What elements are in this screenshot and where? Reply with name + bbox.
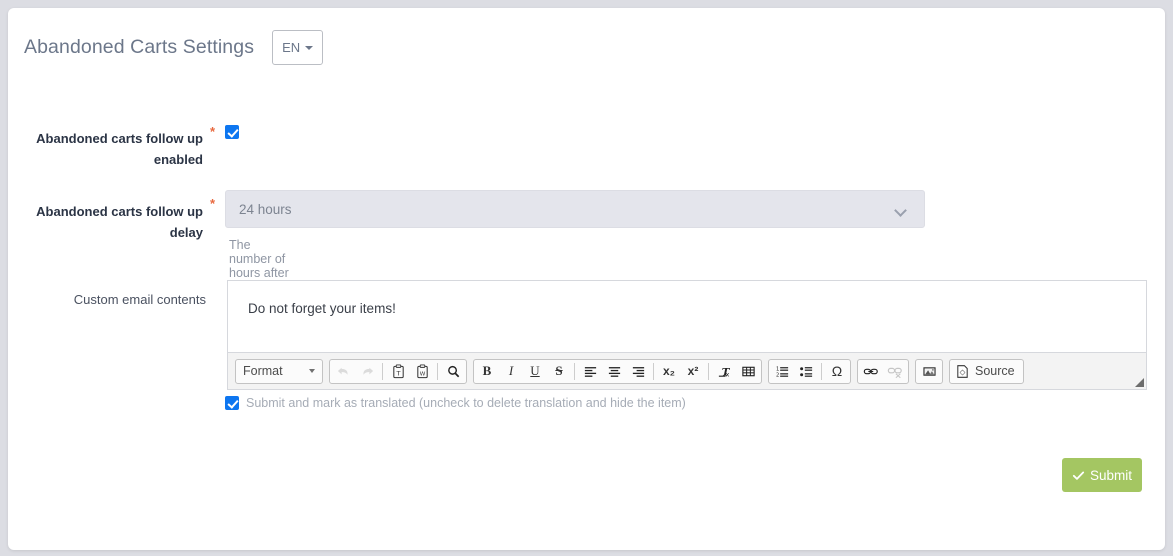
format-dropdown[interactable]: Format (235, 358, 323, 384)
link-icon[interactable] (859, 360, 883, 383)
svg-text:x: x (725, 370, 729, 378)
redo-icon[interactable] (355, 360, 379, 383)
strikethrough-button[interactable]: S (547, 360, 571, 383)
image-icon[interactable] (917, 360, 941, 383)
settings-form: Abandoned carts follow up enabled * Aban… (8, 94, 1165, 550)
svg-text:T: T (395, 369, 401, 377)
select-value-follow-up-delay: 24 hours (239, 201, 292, 217)
remove-format-icon[interactable]: T x (712, 360, 736, 383)
submit-button-label: Submit (1089, 467, 1133, 483)
paste-from-word-icon[interactable]: W (410, 360, 434, 383)
editor-content-area[interactable]: Do not forget your items! (228, 281, 1146, 353)
undo-icon[interactable] (331, 360, 355, 383)
underline-button[interactable]: U (523, 360, 547, 383)
checkbox-follow-up-enabled[interactable] (225, 125, 239, 139)
check-icon (1072, 469, 1085, 482)
toolbar-group-basic-styles: B I U S x₂ x² T x (473, 358, 762, 384)
toolbar-group-lists: 1 2 Ω (768, 358, 851, 384)
superscript-button[interactable]: x² (681, 360, 705, 383)
format-dropdown-label: Format (243, 364, 283, 378)
source-button[interactable]: ◇ Source (949, 358, 1024, 384)
toolbar-separator (437, 362, 438, 380)
select-follow-up-delay[interactable]: 24 hours (225, 190, 925, 228)
toolbar-separator (821, 362, 822, 380)
language-dropdown-button[interactable]: EN (272, 29, 324, 65)
search-icon[interactable] (441, 360, 465, 383)
bold-button[interactable]: B (475, 360, 499, 383)
svg-text:2: 2 (775, 372, 778, 378)
caret-down-icon (309, 369, 315, 373)
italic-button[interactable]: I (499, 360, 523, 383)
bulleted-list-icon[interactable] (794, 360, 818, 383)
svg-text:◇: ◇ (960, 367, 966, 376)
svg-text:W: W (419, 371, 425, 377)
page-title: Abandoned Carts Settings (24, 35, 255, 58)
translated-row: Submit and mark as translated (uncheck t… (225, 396, 686, 410)
required-asterisk: * (210, 196, 216, 211)
unlink-icon[interactable] (883, 360, 907, 383)
label-mark-as-translated: Submit and mark as translated (uncheck t… (246, 396, 686, 410)
caret-down-icon (305, 46, 314, 50)
chevron-down-icon (894, 204, 907, 217)
page-root: Abandoned Carts Settings EN Abandoned ca… (0, 0, 1173, 556)
required-asterisk: * (210, 124, 216, 139)
language-dropdown-label: EN (282, 39, 301, 55)
svg-text:1: 1 (775, 366, 778, 372)
align-right-icon[interactable] (626, 360, 650, 383)
align-left-icon[interactable] (578, 360, 602, 383)
special-character-button[interactable]: Ω (825, 360, 849, 383)
label-custom-email-contents: Custom email contents (73, 292, 206, 307)
rich-text-editor: Do not forget your items! Format T W B I… (227, 280, 1147, 390)
label-follow-up-delay: Abandoned carts follow up delay (36, 204, 203, 240)
toolbar-group-insert (915, 358, 943, 384)
label-follow-up-enabled: Abandoned carts follow up enabled (36, 131, 203, 167)
toolbar-group-links (857, 358, 909, 384)
subscript-button[interactable]: x₂ (657, 360, 681, 383)
numbered-list-icon[interactable]: 1 2 (770, 360, 794, 383)
source-icon: ◇ (955, 364, 970, 379)
table-icon[interactable] (736, 360, 760, 383)
submit-button[interactable]: Submit (1062, 458, 1142, 492)
settings-card: Abandoned Carts Settings EN Abandoned ca… (8, 8, 1165, 550)
toolbar-separator (653, 362, 654, 380)
card-header: Abandoned Carts Settings EN (8, 8, 1165, 86)
toolbar-separator (382, 362, 383, 380)
source-button-label: Source (975, 364, 1015, 378)
resize-grip-icon[interactable] (1135, 378, 1144, 387)
paste-as-plain-text-icon[interactable]: T (386, 360, 410, 383)
toolbar-separator (574, 362, 575, 380)
align-center-icon[interactable] (602, 360, 626, 383)
toolbar-group-clipboard: T W (329, 358, 467, 384)
editor-toolbar: Format T W B I U S x₂ x² T x 1 2 Ω ◇ Sou… (228, 352, 1146, 389)
checkbox-mark-as-translated[interactable] (225, 396, 239, 410)
toolbar-separator (708, 362, 709, 380)
